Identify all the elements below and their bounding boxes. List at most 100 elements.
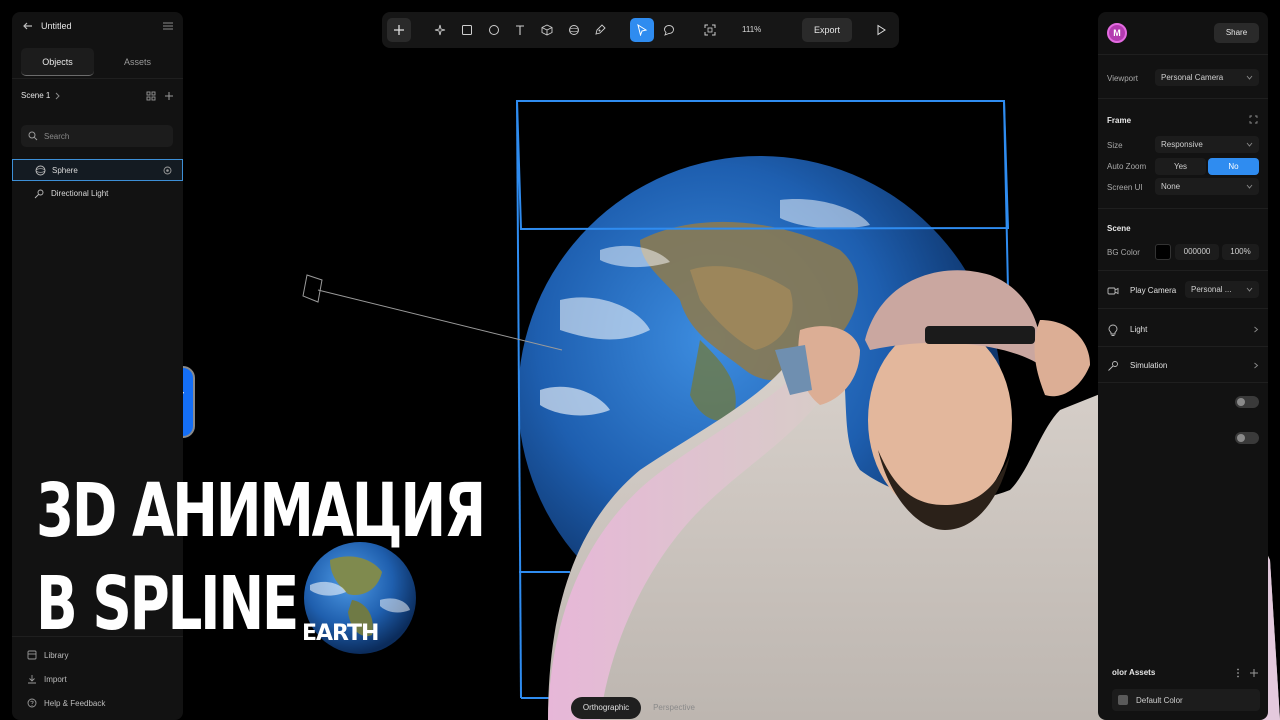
- pen-tool-button[interactable]: [588, 18, 612, 42]
- bg-color-hex-field[interactable]: 000000: [1175, 244, 1219, 260]
- target-icon[interactable]: [163, 166, 172, 175]
- camera-mode-switch: Orthographic Perspective: [571, 697, 715, 719]
- sphere-tool-button[interactable]: [562, 18, 586, 42]
- add-scene-icon[interactable]: [164, 91, 174, 101]
- help-label: Help & Feedback: [44, 699, 106, 708]
- avatar[interactable]: M: [1107, 23, 1127, 43]
- back-arrow-icon[interactable]: [21, 19, 35, 33]
- ellipse-tool-button[interactable]: [482, 18, 506, 42]
- divider: [1098, 308, 1268, 309]
- default-color-row[interactable]: Default Color: [1112, 689, 1260, 711]
- lightbulb-icon: [1108, 324, 1118, 336]
- divider: [1098, 208, 1268, 209]
- import-link[interactable]: Import: [27, 673, 177, 687]
- comment-icon: [664, 25, 674, 36]
- hamburger-menu-icon[interactable]: [162, 20, 174, 32]
- frame-icon: [704, 24, 716, 36]
- plus-icon: [394, 25, 404, 35]
- frame-tool-button[interactable]: [698, 18, 722, 42]
- play-camera-select[interactable]: Personal ...: [1185, 281, 1259, 298]
- simulation-icon: [1108, 361, 1118, 371]
- scene-section-title: Scene: [1107, 224, 1131, 233]
- viewport-select[interactable]: Personal Camera: [1155, 69, 1259, 86]
- camera-icon: [1107, 287, 1119, 295]
- screen-ui-select[interactable]: None: [1155, 178, 1259, 195]
- color-assets-title: olor Assets: [1112, 668, 1156, 677]
- help-feedback-link[interactable]: Help & Feedback: [27, 697, 177, 711]
- chevron-down-icon: [1246, 142, 1253, 147]
- orthographic-option[interactable]: Orthographic: [571, 697, 641, 719]
- text-tool-button[interactable]: [508, 18, 532, 42]
- cube-icon: [541, 24, 553, 36]
- library-label: Library: [44, 651, 69, 660]
- ai-tool-button[interactable]: [428, 18, 452, 42]
- scene-name[interactable]: Scene 1: [21, 91, 50, 100]
- perspective-option[interactable]: Perspective: [639, 697, 709, 719]
- tab-assets[interactable]: Assets: [101, 48, 174, 76]
- more-options-icon[interactable]: [1236, 668, 1240, 678]
- library-link[interactable]: Library: [27, 649, 177, 663]
- toggle-switch[interactable]: [1235, 432, 1259, 444]
- file-title[interactable]: Untitled: [41, 21, 72, 31]
- chevron-down-icon: [1246, 75, 1253, 80]
- help-icon: [27, 698, 37, 708]
- top-toolbar: 111% Export: [382, 12, 899, 48]
- divider: [1098, 98, 1268, 99]
- divider: [1098, 346, 1268, 347]
- divider: [1098, 382, 1268, 383]
- layer-label: Directional Light: [51, 189, 109, 198]
- bg-color-swatch[interactable]: [1155, 244, 1171, 260]
- pen-icon: [595, 24, 606, 35]
- color-swatch: [1118, 695, 1128, 705]
- chevron-right-icon: [1254, 362, 1259, 369]
- play-camera-label: Play Camera: [1130, 286, 1177, 295]
- search-input[interactable]: [21, 125, 173, 147]
- sidebar-tabs: Objects Assets: [21, 48, 174, 76]
- search-icon: [28, 131, 38, 141]
- rectangle-tool-button[interactable]: [455, 18, 479, 42]
- import-icon: [28, 675, 36, 684]
- grid-view-icon[interactable]: [146, 91, 156, 101]
- size-select[interactable]: Responsive: [1155, 136, 1259, 153]
- layer-row-directional-light[interactable]: Directional Light: [12, 183, 183, 205]
- play-button[interactable]: [869, 18, 893, 42]
- bg-color-label: BG Color: [1107, 248, 1140, 257]
- cube-tool-button[interactable]: [535, 18, 559, 42]
- default-color-label: Default Color: [1136, 696, 1183, 705]
- divider: [1098, 270, 1268, 271]
- directional-light-gizmo[interactable]: [302, 274, 563, 351]
- sphere-icon: [35, 165, 46, 176]
- toggle-switch[interactable]: [1235, 396, 1259, 408]
- text-icon: [516, 25, 524, 35]
- auto-zoom-no-button[interactable]: No: [1208, 158, 1259, 175]
- add-object-button[interactable]: [387, 18, 411, 42]
- select-tool-button[interactable]: [630, 18, 654, 42]
- chevron-right-icon[interactable]: [53, 92, 61, 100]
- bg-color-opacity-field[interactable]: 100%: [1222, 244, 1259, 260]
- simulation-row[interactable]: Simulation: [1107, 357, 1259, 373]
- viewport-value: Personal Camera: [1161, 73, 1224, 82]
- add-color-icon[interactable]: [1249, 668, 1259, 678]
- earth-label: EARTH: [302, 621, 379, 646]
- tab-objects[interactable]: Objects: [21, 48, 94, 76]
- comment-tool-button[interactable]: [657, 18, 681, 42]
- auto-zoom-label: Auto Zoom: [1107, 162, 1147, 171]
- ellipse-icon: [489, 25, 499, 35]
- sidebar-header: Untitled: [12, 12, 183, 40]
- share-button[interactable]: Share: [1214, 23, 1259, 43]
- layer-row-sphere[interactable]: Sphere: [12, 159, 183, 181]
- auto-zoom-yes-button[interactable]: Yes: [1155, 158, 1206, 175]
- select-cursor-icon: [637, 24, 648, 36]
- export-button[interactable]: Export: [802, 18, 852, 42]
- import-label: Import: [44, 675, 67, 684]
- light-label: Light: [1130, 325, 1148, 334]
- scene-selector[interactable]: Scene 1: [21, 90, 174, 104]
- light-icon: [34, 189, 44, 199]
- size-label: Size: [1107, 141, 1123, 150]
- light-row[interactable]: Light: [1107, 321, 1259, 337]
- zoom-level[interactable]: 111%: [742, 25, 761, 34]
- expand-icon[interactable]: [1249, 115, 1258, 124]
- chevron-down-icon: [1246, 287, 1253, 292]
- viewport-label: Viewport: [1107, 74, 1138, 83]
- screen-ui-value: None: [1161, 182, 1181, 191]
